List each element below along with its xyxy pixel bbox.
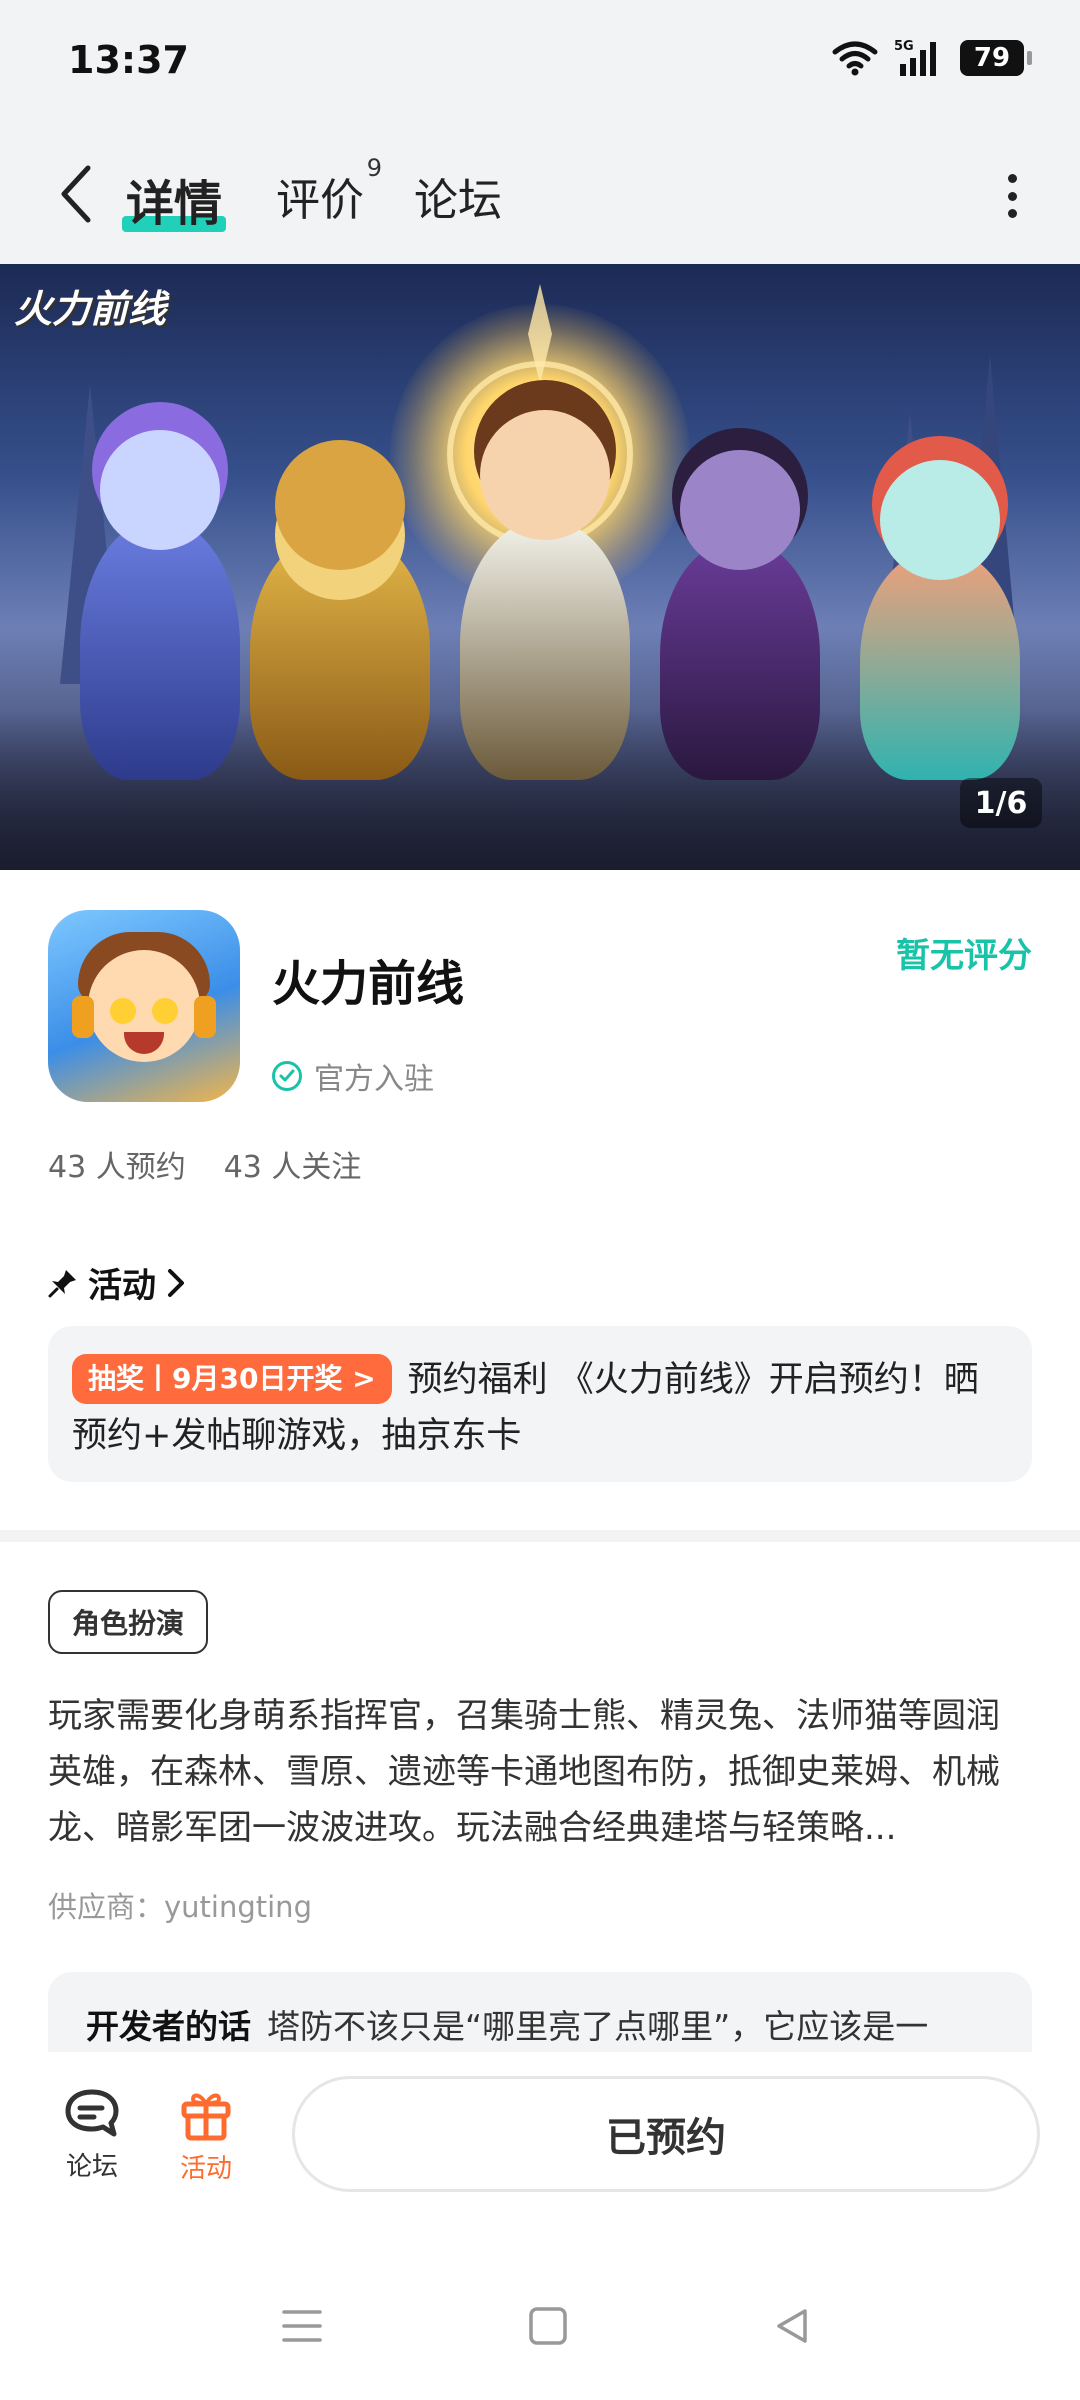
character-hero — [460, 410, 630, 780]
back-nav-button[interactable] — [762, 2296, 822, 2356]
tab-forum-label: 论坛 — [414, 175, 502, 226]
square-icon — [529, 2307, 567, 2345]
nav-header: 详情 评价 9 论坛 — [0, 124, 1080, 264]
recents-button[interactable] — [272, 2296, 332, 2356]
tab-review-label: 评价 — [276, 175, 364, 226]
official-badge: 官方入驻 — [272, 1054, 434, 1098]
chat-bubble-icon — [65, 2089, 119, 2137]
status-icons: 5G 79 — [832, 38, 1032, 78]
more-dot — [1007, 209, 1017, 218]
headphone-icon — [72, 996, 94, 1038]
tab-review[interactable]: 评价 9 — [276, 154, 382, 228]
system-navigation-bar — [0, 2252, 1080, 2400]
more-dot — [1007, 174, 1017, 183]
gift-icon — [181, 2093, 231, 2141]
tab-forum[interactable]: 论坛 — [414, 164, 502, 228]
check-circle-icon — [272, 1061, 302, 1091]
signal-icon: 5G — [894, 39, 936, 76]
app-stats: 43 人预约 43 人关注 — [48, 1142, 361, 1186]
app-icon-eye — [152, 998, 178, 1024]
triangle-back-icon — [777, 2309, 807, 2343]
more-options-button[interactable] — [992, 168, 1032, 224]
reservation-count: 43 人预约 — [48, 1150, 186, 1185]
character-mermaid — [860, 460, 1020, 780]
app-title: 火力前线 — [272, 956, 465, 1012]
character-dark-elf — [660, 450, 820, 780]
developer-note-card[interactable]: 开发者的话 塔防不该只是“哪里亮了点哪里”，它应该是一 — [48, 1972, 1032, 2052]
activity-section-header[interactable]: 活动 — [48, 1258, 186, 1307]
bottom-activity-button[interactable]: 活动 — [166, 2086, 246, 2185]
official-label: 官方入驻 — [314, 1062, 434, 1097]
app-icon — [48, 910, 240, 1102]
character-dwarf — [250, 440, 430, 780]
chevron-right-icon — [168, 1268, 184, 1297]
game-description[interactable]: 玩家需要化身萌系指挥官，召集骑士熊、精灵兔、法师猫等圆润英雄，在森林、雪原、遗迹… — [48, 1688, 1032, 1856]
svg-text:5G: 5G — [894, 39, 914, 54]
wifi-icon — [832, 41, 878, 76]
genre-tag[interactable]: 角色扮演 — [48, 1590, 209, 1654]
lottery-badge: 抽奖丨9月30日开奖 > — [72, 1354, 392, 1404]
character-head — [880, 460, 1000, 580]
tab-detail[interactable]: 详情 — [122, 164, 226, 234]
status-bar: 13:37 5G 79 — [0, 0, 1080, 124]
status-time: 13:37 — [68, 38, 189, 82]
headphone-icon — [194, 996, 216, 1038]
bottom-forum-button[interactable]: 论坛 — [52, 2086, 132, 2183]
character-head — [275, 440, 405, 570]
rating-label[interactable]: 暂无评分 — [896, 928, 1032, 977]
supplier-label: 供应商：yutingting — [48, 1890, 312, 1924]
back-button[interactable] — [48, 158, 104, 230]
pin-icon — [48, 1269, 76, 1297]
bottom-forum-label: 论坛 — [65, 2152, 118, 2182]
battery-indicator: 79 — [960, 40, 1032, 76]
character-head — [100, 430, 220, 550]
app-icon-eye — [110, 998, 136, 1024]
more-dot — [1007, 191, 1017, 201]
tab-detail-label: 详情 — [126, 176, 223, 232]
banner-page-counter: 1/6 — [960, 778, 1042, 828]
character-mage — [80, 430, 240, 780]
developer-note-text: 塔防不该只是“哪里亮了点哪里”，它应该是一 — [267, 2007, 929, 2046]
review-count-badge: 9 — [366, 154, 382, 182]
character-head — [480, 410, 610, 540]
reserved-button[interactable]: 已预约 — [292, 2076, 1040, 2192]
bottom-activity-label: 活动 — [179, 2154, 232, 2184]
home-button[interactable] — [518, 2296, 578, 2356]
menu-icon — [282, 2310, 322, 2342]
banner-carousel[interactable]: 火力前线 1/6 — [0, 264, 1080, 870]
activity-card[interactable]: 抽奖丨9月30日开奖 > 预约福利 《火力前线》开启预约！晒预约+发帖聊游戏，抽京… — [48, 1326, 1032, 1482]
bottom-action-bar: 论坛 活动 已预约 — [0, 2052, 1080, 2252]
follower-count: 43 人关注 — [223, 1150, 362, 1185]
developer-note-label: 开发者的话 — [86, 2007, 251, 2046]
chevron-left-icon — [61, 165, 91, 223]
character-head — [680, 450, 800, 570]
banner-logo: 火力前线 — [14, 287, 167, 331]
activity-header-label: 活动 — [88, 1266, 156, 1306]
section-divider — [0, 1530, 1080, 1542]
